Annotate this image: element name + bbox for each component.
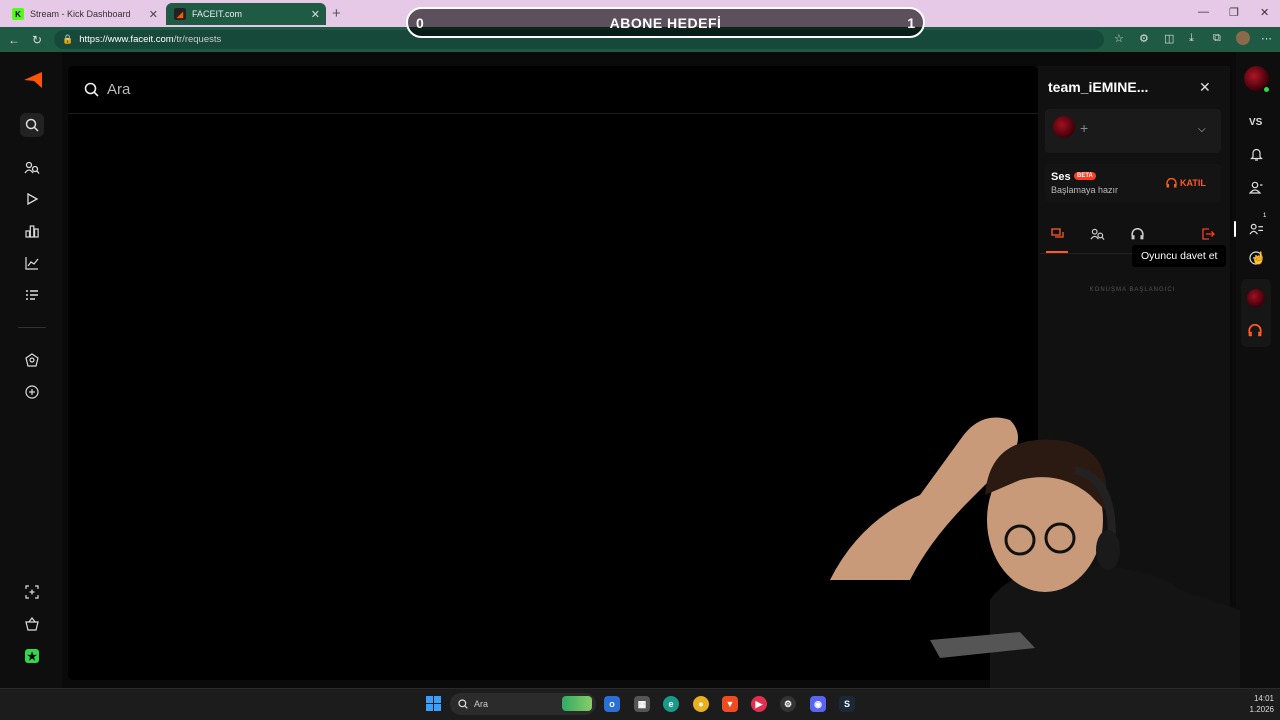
tab-voice[interactable] xyxy=(1128,226,1146,242)
voice-status: Başlamaya hazır xyxy=(1051,185,1119,195)
taskbar-search[interactable]: Ara xyxy=(450,693,596,715)
create-icon[interactable] xyxy=(20,380,44,404)
close-window-icon[interactable]: ✕ xyxy=(1260,6,1269,19)
edge-icon[interactable]: e xyxy=(663,696,679,712)
url-path: /tr/requests xyxy=(173,34,222,45)
missions-list-icon[interactable] xyxy=(20,283,44,307)
active-rail-indicator xyxy=(1234,221,1236,237)
close-tab-icon[interactable]: ✕ xyxy=(311,8,320,21)
headset-icon xyxy=(1130,228,1144,240)
party-avatar[interactable] xyxy=(1247,289,1265,307)
leave-party-button[interactable] xyxy=(1199,226,1217,242)
chrome-icon[interactable]: ● xyxy=(693,696,709,712)
search-icon xyxy=(458,699,468,709)
join-voice-button[interactable]: KATIL xyxy=(1166,178,1206,188)
voice-headset-icon[interactable] xyxy=(1248,323,1262,340)
conversation-start-label: KONUŞMA BAŞLANGICI xyxy=(1089,287,1176,293)
url-host: https://www.faceit.com xyxy=(79,34,174,45)
tab-title: Stream - Kick Dashboard xyxy=(30,9,131,19)
kick-favicon-icon: K xyxy=(12,8,24,20)
search-icon[interactable] xyxy=(20,113,44,137)
stats-icon[interactable] xyxy=(20,251,44,275)
leave-icon xyxy=(1201,228,1215,240)
faceit-logo-icon[interactable] xyxy=(22,70,44,90)
requests-count-badge: 1 xyxy=(1263,213,1267,219)
headset-icon xyxy=(1166,178,1177,188)
settings-icon[interactable]: ⚙ xyxy=(780,696,796,712)
shop-basket-icon[interactable] xyxy=(20,612,44,636)
favorite-star-icon[interactable]: ☆ xyxy=(1114,32,1124,45)
find-players-icon xyxy=(1089,228,1104,240)
taskbar-search-placeholder: Ara xyxy=(474,699,489,709)
new-tab-button[interactable]: + xyxy=(332,5,341,22)
join-label: KATIL xyxy=(1180,178,1206,188)
beta-badge: BETA xyxy=(1074,172,1096,180)
lock-icon: 🔒 xyxy=(62,34,74,44)
close-tab-icon[interactable]: ✕ xyxy=(149,8,158,21)
minimize-icon[interactable]: — xyxy=(1198,6,1209,18)
back-icon[interactable]: ← xyxy=(8,33,20,47)
friends-icon[interactable] xyxy=(1247,178,1265,196)
more-icon[interactable]: ⋯ xyxy=(1261,32,1272,45)
tab-kick-dashboard[interactable]: K Stream - Kick Dashboard ✕ xyxy=(4,3,164,25)
nav-divider xyxy=(18,327,46,328)
faceit-favicon-icon: ◢ xyxy=(174,8,186,20)
brave-icon[interactable]: ▼ xyxy=(722,696,738,712)
clock-date: 1.2026 xyxy=(1249,705,1274,714)
music-icon[interactable]: ▶ xyxy=(751,696,767,712)
vs-button[interactable]: VS xyxy=(1249,117,1262,128)
tab-title: FACEIT.com xyxy=(192,9,243,19)
bell-icon[interactable] xyxy=(1247,145,1265,163)
reload-icon[interactable]: ↻ xyxy=(32,33,42,47)
add-member-icon[interactable]: + xyxy=(1080,120,1088,136)
system-clock: 14:01 1.2026 xyxy=(1238,693,1274,715)
screenshot-icon[interactable]: ⧉ xyxy=(1213,32,1221,45)
close-panel-icon[interactable]: ✕ xyxy=(1199,79,1211,96)
team-name: team_iEMINE... xyxy=(1048,79,1149,95)
hand-cursor-icon: ☝ xyxy=(1251,251,1266,265)
search-bar xyxy=(68,66,1038,114)
online-status-dot xyxy=(1263,86,1270,93)
party-member-avatar[interactable] xyxy=(1053,116,1075,138)
store-icon[interactable]: ▦ xyxy=(634,696,650,712)
chat-icon xyxy=(1050,228,1064,238)
voice-title: Ses xyxy=(1051,171,1071,183)
download-icon[interactable]: ⤓ xyxy=(1189,32,1194,45)
windows-start-icon[interactable] xyxy=(426,696,441,711)
extensions-icon[interactable]: ⚙ xyxy=(1139,32,1149,45)
discord-icon[interactable]: ◉ xyxy=(810,696,826,712)
outlook-icon[interactable]: o xyxy=(604,696,620,712)
clubs-icon[interactable] xyxy=(20,348,44,372)
chevron-down-icon[interactable]: ⌵ xyxy=(1198,124,1206,135)
subscriber-goal-overlay: 0 ABONE HEDEFİ 1 xyxy=(406,7,925,38)
steam-icon[interactable]: S xyxy=(839,696,855,712)
tab-find-players[interactable] xyxy=(1088,226,1106,242)
add-frame-icon[interactable] xyxy=(20,580,44,604)
premium-star-icon[interactable]: ★ xyxy=(25,649,39,663)
clock-time: 14:01 xyxy=(1253,694,1274,703)
search-highlight-image xyxy=(562,696,592,711)
profile-avatar[interactable] xyxy=(1236,31,1250,45)
tooltip: Oyuncu davet et xyxy=(1132,245,1227,267)
split-screen-icon[interactable]: ◫ xyxy=(1164,32,1174,45)
party-requests-icon[interactable] xyxy=(1247,220,1265,238)
tab-faceit[interactable]: ◢ FACEIT.com ✕ xyxy=(166,3,326,25)
search-icon xyxy=(84,82,99,97)
maximize-icon[interactable]: ❐ xyxy=(1229,6,1239,19)
webcam-overlay xyxy=(830,417,1240,688)
search-input[interactable] xyxy=(107,81,907,98)
goal-target: 1 xyxy=(907,14,915,31)
find-players-icon[interactable] xyxy=(20,156,44,180)
goal-title: ABONE HEDEFİ xyxy=(609,14,722,31)
leaderboard-icon[interactable] xyxy=(20,219,44,243)
play-icon[interactable] xyxy=(20,187,44,211)
tab-chat[interactable] xyxy=(1048,226,1066,242)
goal-current: 0 xyxy=(416,14,424,31)
